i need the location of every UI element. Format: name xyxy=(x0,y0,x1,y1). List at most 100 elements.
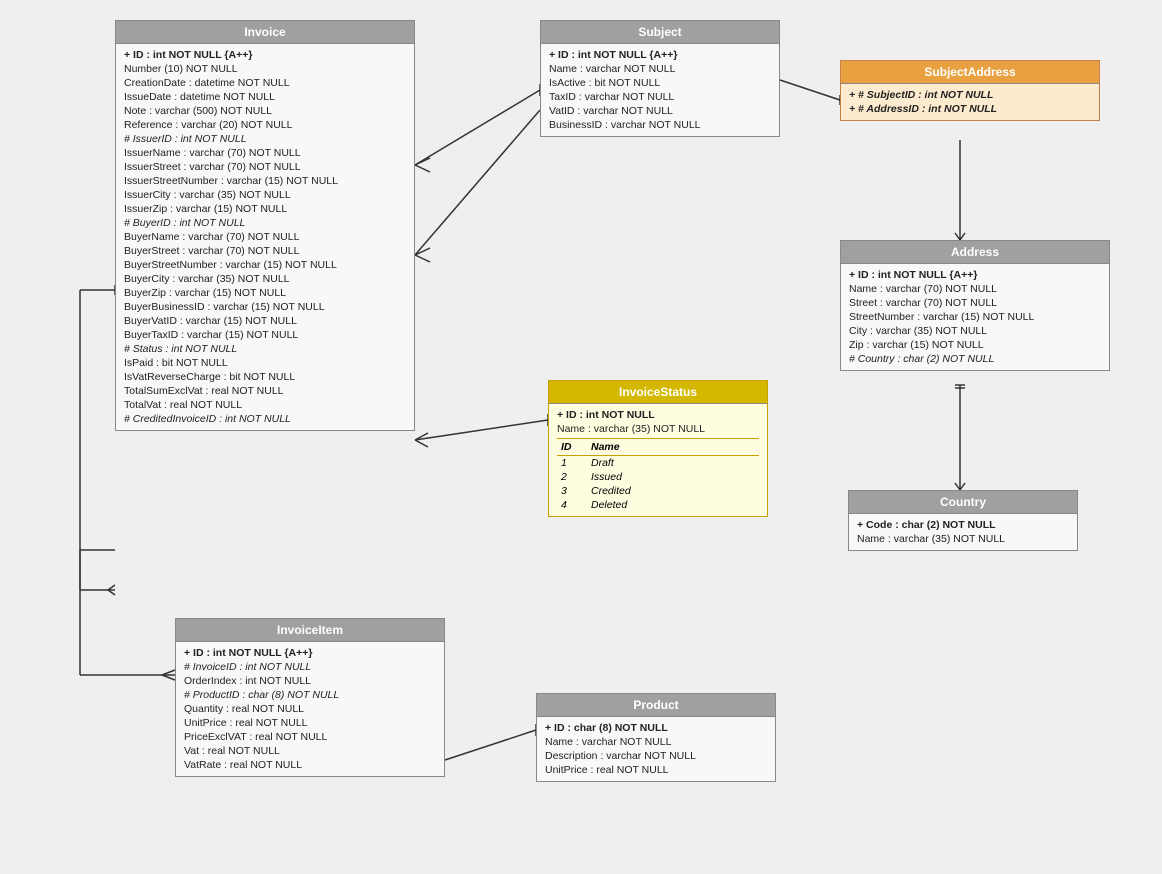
invoice-field-isvatreverse: IsVatReverseCharge : bit NOT NULL xyxy=(124,370,406,384)
product-field-id: + ID : char (8) NOT NULL xyxy=(545,721,767,735)
address-field-streetnumber: StreetNumber : varchar (15) NOT NULL xyxy=(849,310,1101,324)
invoice-field-status: # Status : int NOT NULL xyxy=(124,342,406,356)
invoice-field-creditedinvoiceid: # CreditedInvoiceID : int NOT NULL xyxy=(124,412,406,426)
country-field-name: Name : varchar (35) NOT NULL xyxy=(857,532,1069,546)
product-entity: Product + ID : char (8) NOT NULL Name : … xyxy=(536,693,776,782)
lookup-col-id-label: ID xyxy=(561,441,591,453)
subject-field-businessid: BusinessID : varchar NOT NULL xyxy=(549,118,771,132)
invoice-field-note: Note : varchar (500) NOT NULL xyxy=(124,104,406,118)
subjectaddress-field-subjectid: + # SubjectID : int NOT NULL xyxy=(849,88,1091,102)
invoice-field-buyerbusinessid: BuyerBusinessID : varchar (15) NOT NULL xyxy=(124,300,406,314)
invoiceitem-body: + ID : int NOT NULL {A++} # InvoiceID : … xyxy=(176,642,444,776)
invoice-field-totalsumexclvat: TotalSumExclVat : real NOT NULL xyxy=(124,384,406,398)
address-field-name: Name : varchar (70) NOT NULL xyxy=(849,282,1101,296)
row4-id: 4 xyxy=(561,499,591,511)
address-field-id: + ID : int NOT NULL {A++} xyxy=(849,268,1101,282)
row2-id: 2 xyxy=(561,471,591,483)
invoiceitem-field-vatrate: VatRate : real NOT NULL xyxy=(184,758,436,772)
invoice-header: Invoice xyxy=(116,21,414,44)
invoice-body: + ID : int NOT NULL {A++} Number (10) NO… xyxy=(116,44,414,430)
subjectaddress-entity: SubjectAddress + # SubjectID : int NOT N… xyxy=(840,60,1100,121)
invoice-field-buyercity: BuyerCity : varchar (35) NOT NULL xyxy=(124,272,406,286)
invoice-field-buyerstreet: BuyerStreet : varchar (70) NOT NULL xyxy=(124,244,406,258)
country-header: Country xyxy=(849,491,1077,514)
address-field-country: # Country : char (2) NOT NULL xyxy=(849,352,1101,366)
subject-field-vatid: VatID : varchar NOT NULL xyxy=(549,104,771,118)
product-header: Product xyxy=(537,694,775,717)
country-body: + Code : char (2) NOT NULL Name : varcha… xyxy=(849,514,1077,550)
invoice-field-buyerstreetnumber: BuyerStreetNumber : varchar (15) NOT NUL… xyxy=(124,258,406,272)
product-field-name: Name : varchar NOT NULL xyxy=(545,735,767,749)
subject-body: + ID : int NOT NULL {A++} Name : varchar… xyxy=(541,44,779,136)
invoice-field-issuercity: IssuerCity : varchar (35) NOT NULL xyxy=(124,188,406,202)
row2-name: Issued xyxy=(591,471,622,483)
row1-name: Draft xyxy=(591,457,614,469)
row1-id: 1 xyxy=(561,457,591,469)
subject-field-name: Name : varchar NOT NULL xyxy=(549,62,771,76)
invoiceitem-field-id: + ID : int NOT NULL {A++} xyxy=(184,646,436,660)
invoiceitem-field-orderindex: OrderIndex : int NOT NULL xyxy=(184,674,436,688)
invoicestatus-row-4: 4 Deleted xyxy=(557,498,759,512)
subject-field-taxid: TaxID : varchar NOT NULL xyxy=(549,90,771,104)
invoice-field-creationdate: CreationDate : datetime NOT NULL xyxy=(124,76,406,90)
invoice-field-issuedate: IssueDate : datetime NOT NULL xyxy=(124,90,406,104)
row4-name: Deleted xyxy=(591,499,627,511)
invoice-entity: Invoice + ID : int NOT NULL {A++} Number… xyxy=(115,20,415,431)
lookup-col-name-label: Name xyxy=(591,441,620,453)
invoice-field-id: + ID : int NOT NULL {A++} xyxy=(124,48,406,62)
invoice-field-ispaid: IsPaid : bit NOT NULL xyxy=(124,356,406,370)
country-entity: Country + Code : char (2) NOT NULL Name … xyxy=(848,490,1078,551)
subject-header: Subject xyxy=(541,21,779,44)
country-field-code: + Code : char (2) NOT NULL xyxy=(857,518,1069,532)
invoicestatus-lookup-section: ID Name 1 Draft 2 Issued 3 Credited 4 xyxy=(557,438,759,512)
invoicestatus-row-1: 1 Draft xyxy=(557,456,759,470)
row3-name: Credited xyxy=(591,485,631,497)
invoiceitem-field-unitprice: UnitPrice : real NOT NULL xyxy=(184,716,436,730)
product-body: + ID : char (8) NOT NULL Name : varchar … xyxy=(537,717,775,781)
invoice-field-totalvat: TotalVat : real NOT NULL xyxy=(124,398,406,412)
invoicestatus-header: InvoiceStatus xyxy=(549,381,767,404)
row3-id: 3 xyxy=(561,485,591,497)
invoicestatus-row-2: 2 Issued xyxy=(557,470,759,484)
address-field-city: City : varchar (35) NOT NULL xyxy=(849,324,1101,338)
invoiceitem-field-priceexclvat: PriceExclVAT : real NOT NULL xyxy=(184,730,436,744)
subjectaddress-field-addressid: + # AddressID : int NOT NULL xyxy=(849,102,1091,116)
invoiceitem-field-vat: Vat : real NOT NULL xyxy=(184,744,436,758)
subject-field-isactive: IsActive : bit NOT NULL xyxy=(549,76,771,90)
invoicestatus-row-3: 3 Credited xyxy=(557,484,759,498)
invoicestatus-field-id: + ID : int NOT NULL xyxy=(557,408,759,422)
invoicestatus-body: + ID : int NOT NULL Name : varchar (35) … xyxy=(549,404,767,516)
address-header: Address xyxy=(841,241,1109,264)
diagram-container: Invoice + ID : int NOT NULL {A++} Number… xyxy=(0,0,1162,874)
invoiceitem-field-invoiceid: # InvoiceID : int NOT NULL xyxy=(184,660,436,674)
invoicestatus-entity: InvoiceStatus + ID : int NOT NULL Name :… xyxy=(548,380,768,517)
invoiceitem-field-quantity: Quantity : real NOT NULL xyxy=(184,702,436,716)
address-entity: Address + ID : int NOT NULL {A++} Name :… xyxy=(840,240,1110,371)
invoice-field-buyervatid: BuyerVatID : varchar (15) NOT NULL xyxy=(124,314,406,328)
subjectaddress-header: SubjectAddress xyxy=(841,61,1099,84)
invoicestatus-field-name: Name : varchar (35) NOT NULL xyxy=(557,422,759,436)
invoice-field-issuerid: # IssuerID : int NOT NULL xyxy=(124,132,406,146)
invoice-field-buyerzip: BuyerZip : varchar (15) NOT NULL xyxy=(124,286,406,300)
invoice-field-number: Number (10) NOT NULL xyxy=(124,62,406,76)
subject-field-id: + ID : int NOT NULL {A++} xyxy=(549,48,771,62)
invoice-field-buyertaxid: BuyerTaxID : varchar (15) NOT NULL xyxy=(124,328,406,342)
subjectaddress-body: + # SubjectID : int NOT NULL + # Address… xyxy=(841,84,1099,120)
invoice-field-issuername: IssuerName : varchar (70) NOT NULL xyxy=(124,146,406,160)
invoice-field-reference: Reference : varchar (20) NOT NULL xyxy=(124,118,406,132)
address-field-zip: Zip : varchar (15) NOT NULL xyxy=(849,338,1101,352)
address-body: + ID : int NOT NULL {A++} Name : varchar… xyxy=(841,264,1109,370)
product-field-unitprice: UnitPrice : real NOT NULL xyxy=(545,763,767,777)
address-field-street: Street : varchar (70) NOT NULL xyxy=(849,296,1101,310)
invoiceitem-field-productid: # ProductID : char (8) NOT NULL xyxy=(184,688,436,702)
invoiceitem-entity: InvoiceItem + ID : int NOT NULL {A++} # … xyxy=(175,618,445,777)
invoice-field-buyerid: # BuyerID : int NOT NULL xyxy=(124,216,406,230)
invoice-field-buyername: BuyerName : varchar (70) NOT NULL xyxy=(124,230,406,244)
subject-entity: Subject + ID : int NOT NULL {A++} Name :… xyxy=(540,20,780,137)
invoice-field-issuerstreet: IssuerStreet : varchar (70) NOT NULL xyxy=(124,160,406,174)
invoiceitem-header: InvoiceItem xyxy=(176,619,444,642)
product-field-description: Description : varchar NOT NULL xyxy=(545,749,767,763)
invoicestatus-lookup-header: ID Name xyxy=(557,439,759,456)
invoice-field-issuerzip: IssuerZip : varchar (15) NOT NULL xyxy=(124,202,406,216)
invoice-field-issuerstreetnumber: IssuerStreetNumber : varchar (15) NOT NU… xyxy=(124,174,406,188)
